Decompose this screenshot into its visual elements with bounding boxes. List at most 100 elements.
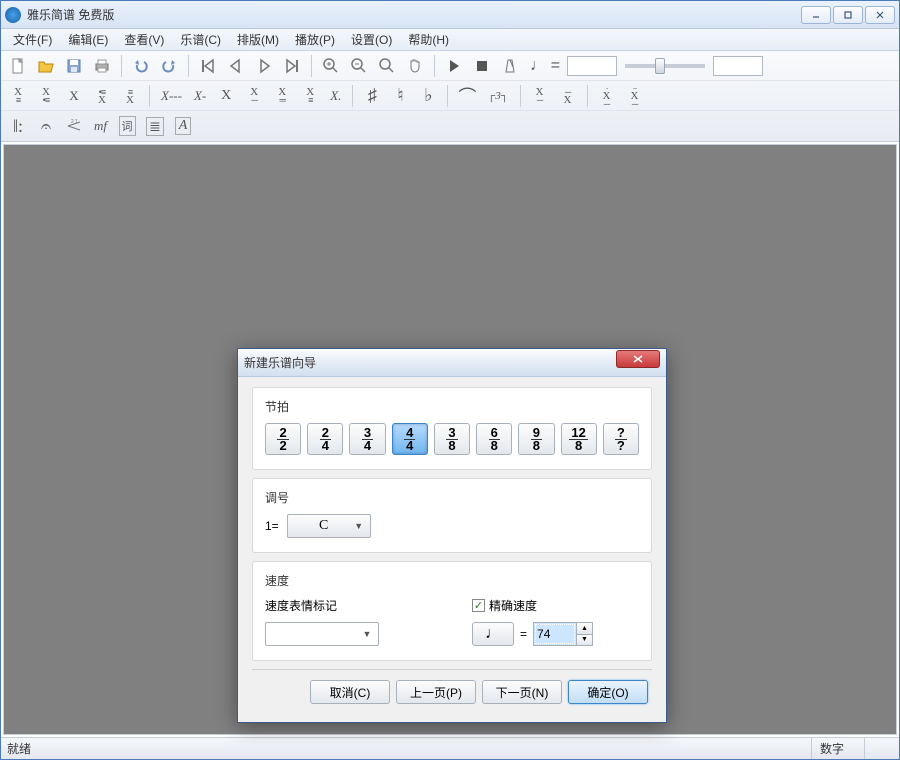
label-beat: 节拍 bbox=[265, 398, 639, 415]
repeat-icon[interactable]: ‖: bbox=[5, 114, 31, 138]
time-sig-6-8[interactable]: 68 bbox=[476, 423, 512, 455]
oct-4[interactable]: ··X─ bbox=[622, 84, 648, 108]
next-button[interactable]: 下一页(N) bbox=[482, 680, 562, 704]
undo-icon[interactable] bbox=[128, 54, 154, 78]
font-icon[interactable]: A bbox=[170, 114, 196, 138]
titlebar: 雅乐简谱 免费版 bbox=[1, 1, 899, 29]
tempo-input[interactable] bbox=[567, 56, 617, 76]
dialog-close-button[interactable] bbox=[616, 350, 660, 368]
svg-text:2 1: 2 1 bbox=[71, 119, 78, 125]
cancel-button[interactable]: 取消(C) bbox=[310, 680, 390, 704]
menu-score[interactable]: 乐谱(C) bbox=[172, 29, 229, 50]
first-page-icon[interactable] bbox=[195, 54, 221, 78]
open-file-icon[interactable] bbox=[33, 54, 59, 78]
fermata-icon[interactable]: 𝄐 bbox=[33, 114, 59, 138]
tempo-spinner[interactable]: ▲ ▼ bbox=[533, 622, 593, 646]
maximize-button[interactable] bbox=[833, 6, 863, 24]
zoom-fit-icon[interactable] bbox=[374, 54, 400, 78]
label-expression: 速度表情标记 bbox=[265, 597, 432, 614]
expression-dropdown[interactable]: ▼ bbox=[265, 622, 379, 646]
note-len-3[interactable]: X bbox=[213, 84, 239, 108]
time-sig-2-4[interactable]: 24 bbox=[307, 423, 343, 455]
panel-tempo: 速度 速度表情标记 ▼ ✓ 精确速度 bbox=[252, 561, 652, 661]
key-dropdown[interactable]: C ▼ bbox=[287, 514, 371, 538]
time-sig-row: 22243444386898128?? bbox=[265, 423, 639, 455]
note-len-1[interactable]: X--- bbox=[156, 84, 187, 108]
tempo-value-input[interactable] bbox=[534, 623, 576, 645]
note-dur-3[interactable]: X bbox=[61, 84, 87, 108]
note-dotted[interactable]: X. bbox=[325, 84, 346, 108]
save-icon[interactable] bbox=[61, 54, 87, 78]
window-controls bbox=[801, 6, 895, 24]
note-dur-1[interactable]: X≡ bbox=[5, 84, 31, 108]
prev-button[interactable]: 上一页(P) bbox=[396, 680, 476, 704]
label-tempo: 速度 bbox=[265, 572, 639, 589]
oct-1[interactable]: X─ bbox=[527, 84, 553, 108]
stop-icon[interactable] bbox=[469, 54, 495, 78]
menu-layout[interactable]: 排版(M) bbox=[229, 29, 287, 50]
tempo-label: ♩ = bbox=[525, 54, 565, 78]
triplet-icon[interactable]: ┌3┐ bbox=[482, 84, 513, 108]
window-title: 雅乐简谱 免费版 bbox=[27, 6, 801, 23]
tie-icon[interactable]: ⌒ bbox=[454, 84, 480, 108]
print-icon[interactable] bbox=[89, 54, 115, 78]
time-sig-?-?[interactable]: ?? bbox=[603, 423, 639, 455]
time-sig-3-4[interactable]: 34 bbox=[349, 423, 385, 455]
last-page-icon[interactable] bbox=[279, 54, 305, 78]
close-button[interactable] bbox=[865, 6, 895, 24]
new-file-icon[interactable] bbox=[5, 54, 31, 78]
flat-icon[interactable]: ♭ bbox=[415, 84, 441, 108]
tempo-note-button[interactable]: ♩ bbox=[472, 622, 514, 646]
redo-icon[interactable] bbox=[156, 54, 182, 78]
note-dur-4[interactable]: •≡X bbox=[89, 84, 115, 108]
lyrics-icon[interactable]: 词 bbox=[114, 114, 140, 138]
prev-page-icon[interactable] bbox=[223, 54, 249, 78]
menu-edit[interactable]: 编辑(E) bbox=[60, 29, 116, 50]
main-window: 雅乐简谱 免费版 文件(F) 编辑(E) 查看(V) 乐谱(C) 排版(M) 播… bbox=[0, 0, 900, 760]
note-dur-5[interactable]: ≡X bbox=[117, 84, 143, 108]
note-len-5[interactable]: X═ bbox=[269, 84, 295, 108]
crescendo-icon[interactable]: 2 1 bbox=[61, 114, 87, 138]
workspace: 新建乐谱向导 节拍 22243444386898128?? 调号 1= C bbox=[3, 144, 897, 735]
menu-file[interactable]: 文件(F) bbox=[5, 29, 60, 50]
play-icon[interactable] bbox=[441, 54, 467, 78]
menu-settings[interactable]: 设置(O) bbox=[343, 29, 400, 50]
toolbar-extra: ‖: 𝄐 2 1 mf 词 ≣ A bbox=[1, 111, 899, 141]
ok-button[interactable]: 确定(O) bbox=[568, 680, 648, 704]
sharp-icon[interactable]: ♯ bbox=[359, 84, 385, 108]
time-sig-12-8[interactable]: 128 bbox=[561, 423, 597, 455]
dynamics-icon[interactable]: mf bbox=[89, 114, 112, 138]
time-sig-9-8[interactable]: 98 bbox=[518, 423, 554, 455]
menu-view[interactable]: 查看(V) bbox=[116, 29, 172, 50]
note-dur-2[interactable]: X•≡ bbox=[33, 84, 59, 108]
tempo-input-2[interactable] bbox=[713, 56, 763, 76]
spinner-up[interactable]: ▲ bbox=[577, 623, 592, 635]
app-icon bbox=[5, 7, 21, 23]
natural-icon[interactable]: ♮ bbox=[387, 84, 413, 108]
spinner-down[interactable]: ▼ bbox=[577, 635, 592, 646]
precise-tempo-checkbox[interactable]: ✓ bbox=[472, 599, 485, 612]
time-sig-3-8[interactable]: 38 bbox=[434, 423, 470, 455]
tempo-slider[interactable] bbox=[625, 64, 705, 68]
next-page-icon[interactable] bbox=[251, 54, 277, 78]
toolbar-standard: ♩ = bbox=[1, 51, 899, 81]
zoom-in-icon[interactable] bbox=[318, 54, 344, 78]
oct-2[interactable]: ─X bbox=[555, 84, 581, 108]
note-len-2[interactable]: X- bbox=[189, 84, 211, 108]
text-block-icon[interactable]: ≣ bbox=[142, 114, 168, 138]
menu-help[interactable]: 帮助(H) bbox=[400, 29, 457, 50]
metronome-icon[interactable] bbox=[497, 54, 523, 78]
menubar: 文件(F) 编辑(E) 查看(V) 乐谱(C) 排版(M) 播放(P) 设置(O… bbox=[1, 29, 899, 51]
time-sig-2-2[interactable]: 22 bbox=[265, 423, 301, 455]
dialog-titlebar: 新建乐谱向导 bbox=[238, 349, 666, 377]
zoom-out-icon[interactable] bbox=[346, 54, 372, 78]
note-len-6[interactable]: X≡ bbox=[297, 84, 323, 108]
toolbars: ♩ = X≡ X•≡ X •≡X ≡X X--- X- X X─ X═ X≡ X… bbox=[1, 51, 899, 142]
pan-icon[interactable] bbox=[402, 54, 428, 78]
minimize-button[interactable] bbox=[801, 6, 831, 24]
oct-3[interactable]: ·X─ bbox=[594, 84, 620, 108]
note-len-4[interactable]: X─ bbox=[241, 84, 267, 108]
status-numlock: 数字 bbox=[811, 738, 864, 759]
menu-play[interactable]: 播放(P) bbox=[287, 29, 343, 50]
time-sig-4-4[interactable]: 44 bbox=[392, 423, 428, 455]
